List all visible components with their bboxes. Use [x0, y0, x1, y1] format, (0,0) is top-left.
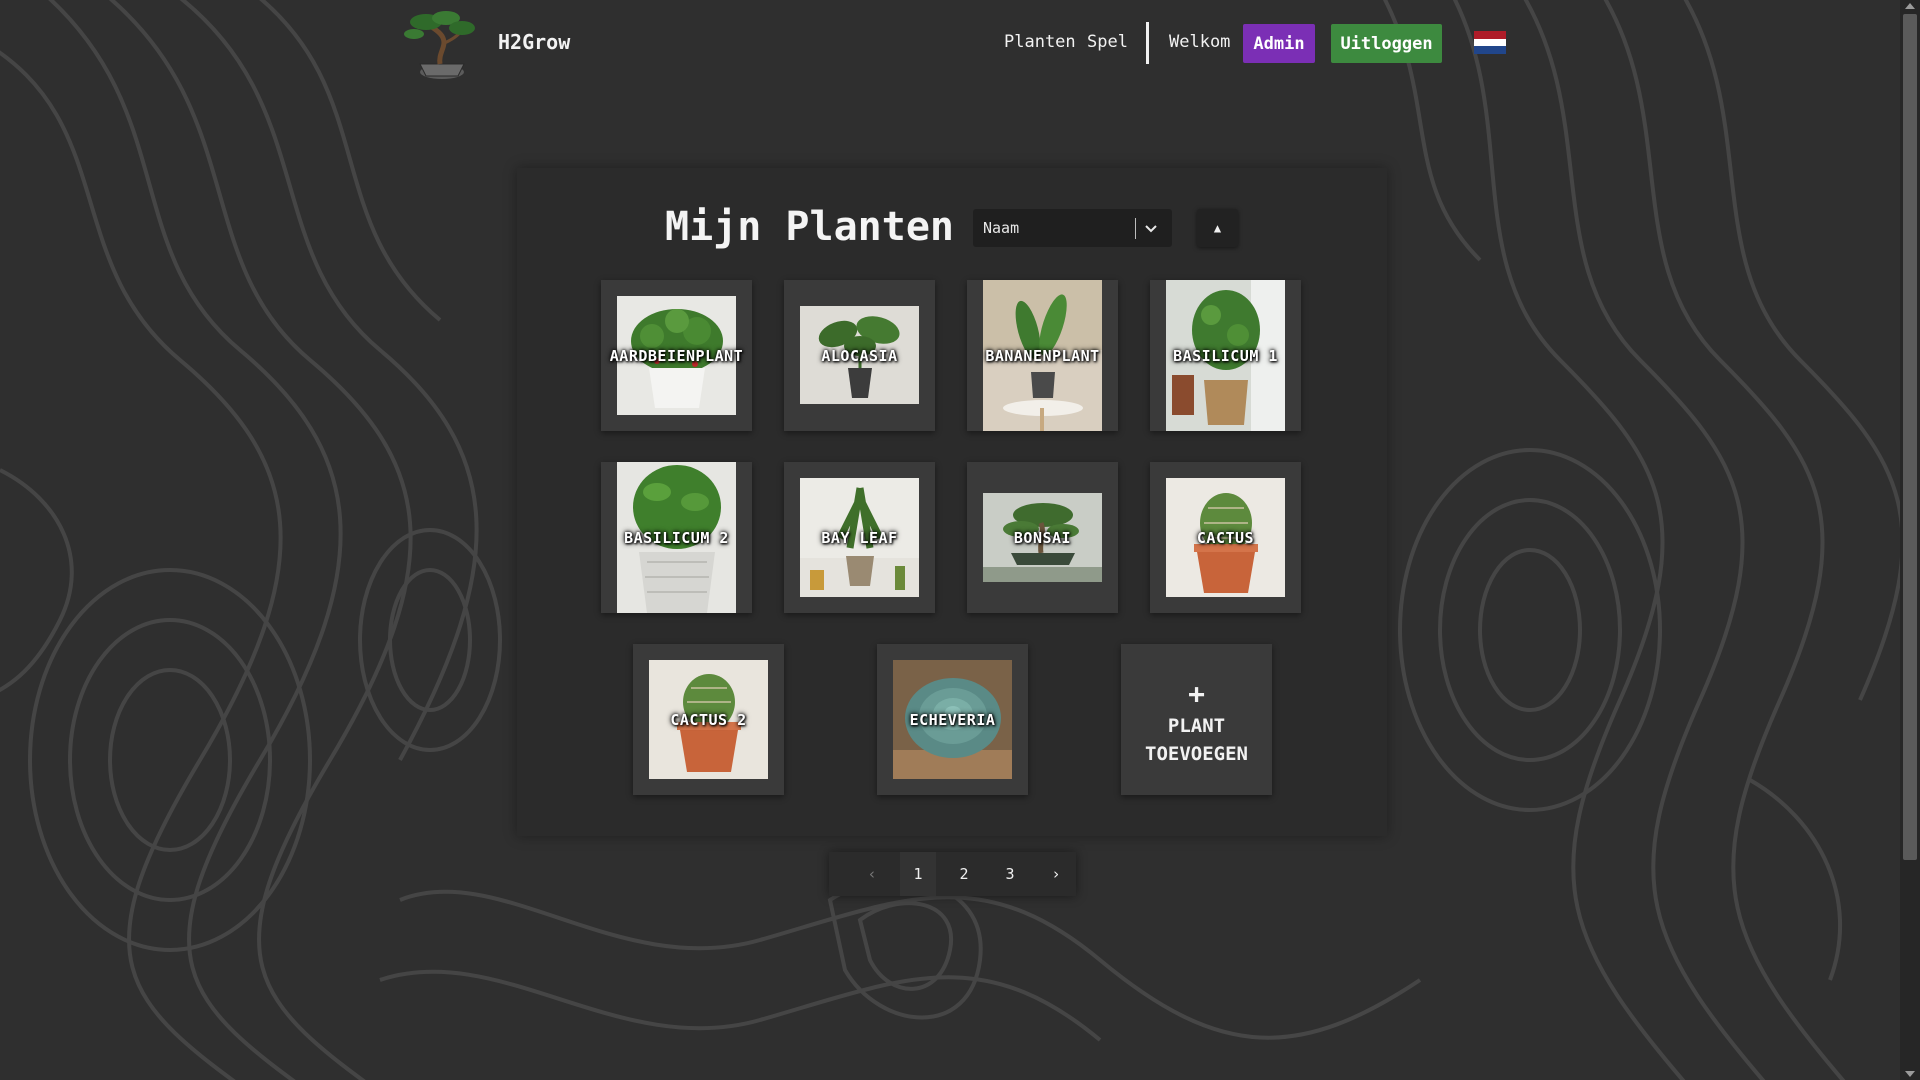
brand-name[interactable]: H2Grow — [498, 30, 570, 54]
add-plant-button[interactable]: + PLANT TOEVOEGEN — [1121, 644, 1272, 795]
nav-link-planten[interactable]: Planten — [1004, 32, 1076, 52]
plant-card-basilicum-1[interactable]: BASILICUM 1 — [1150, 280, 1301, 431]
plant-card-aardbeienplant[interactable]: AARDBEIENPLANT — [601, 280, 752, 431]
chevron-down-icon[interactable] — [1141, 218, 1161, 238]
plant-name: ECHEVERIA — [909, 710, 996, 729]
plant-name: BANANENPLANT — [985, 346, 1100, 365]
bonsai-logo-icon[interactable] — [402, 6, 480, 82]
plant-name: AARDBEIENPLANT — [609, 346, 744, 365]
page-title: Mijn Planten — [665, 204, 954, 250]
sort-select-value: Naam — [983, 219, 1020, 237]
nav-link-welkom[interactable]: Welkom — [1169, 32, 1230, 52]
pagination-page-1[interactable]: 1 — [900, 852, 936, 896]
plant-name: BAY LEAF — [821, 528, 898, 547]
my-plants-panel: Mijn Planten Naam ▲ AARDBEIENPLANT ALOCA… — [517, 168, 1387, 836]
nav-link-spel[interactable]: Spel — [1087, 32, 1128, 52]
site-header: H2Grow Planten Spel Welkom Admin Uitlogg… — [0, 0, 1900, 90]
nav-divider — [1146, 22, 1149, 64]
plant-card-alocasia[interactable]: ALOCASIA — [784, 280, 935, 431]
plant-card-basilicum-2[interactable]: BASILICUM 2 — [601, 462, 752, 613]
plant-name: ALOCASIA — [821, 346, 898, 365]
plant-card-bonsai[interactable]: BONSAI — [967, 462, 1118, 613]
plant-card-bananenplant[interactable]: BANANENPLANT — [967, 280, 1118, 431]
plant-name: CACTUS — [1196, 528, 1255, 547]
sort-select[interactable]: Naam — [973, 209, 1172, 247]
pagination-next-button[interactable]: › — [1038, 852, 1074, 896]
add-plant-label: PLANT TOEVOEGEN — [1121, 712, 1272, 768]
plant-card-echeveria[interactable]: ECHEVERIA — [877, 644, 1028, 795]
pagination: ‹ 1 2 3 › — [829, 852, 1076, 896]
add-plant-label-line1: PLANT — [1167, 715, 1226, 737]
pagination-page-2[interactable]: 2 — [946, 852, 982, 896]
scrollbar-thumb[interactable] — [1903, 14, 1917, 860]
plant-card-cactus-2[interactable]: CACTUS 2 — [633, 644, 784, 795]
netherlands-flag-icon[interactable] — [1474, 31, 1506, 54]
admin-button[interactable]: Admin — [1243, 24, 1315, 63]
scroll-down-arrow-icon[interactable] — [1905, 1071, 1915, 1077]
page-scrollbar[interactable] — [1900, 0, 1920, 1080]
sort-direction-button[interactable]: ▲ — [1197, 209, 1238, 247]
plant-card-bay-leaf[interactable]: BAY LEAF — [784, 462, 935, 613]
sort-select-separator — [1135, 218, 1136, 239]
plus-icon: + — [1188, 677, 1205, 710]
pagination-prev-button[interactable]: ‹ — [854, 852, 890, 896]
plant-name: BONSAI — [1013, 528, 1072, 547]
scroll-up-arrow-icon[interactable] — [1905, 3, 1915, 9]
plant-name: BASILICUM 2 — [624, 528, 729, 547]
plant-name: CACTUS 2 — [670, 710, 747, 729]
add-plant-label-line2: TOEVOEGEN — [1145, 743, 1248, 765]
pagination-page-3[interactable]: 3 — [992, 852, 1028, 896]
plant-card-cactus[interactable]: CACTUS — [1150, 462, 1301, 613]
plant-name: BASILICUM 1 — [1173, 346, 1278, 365]
logout-button[interactable]: Uitloggen — [1331, 24, 1442, 63]
